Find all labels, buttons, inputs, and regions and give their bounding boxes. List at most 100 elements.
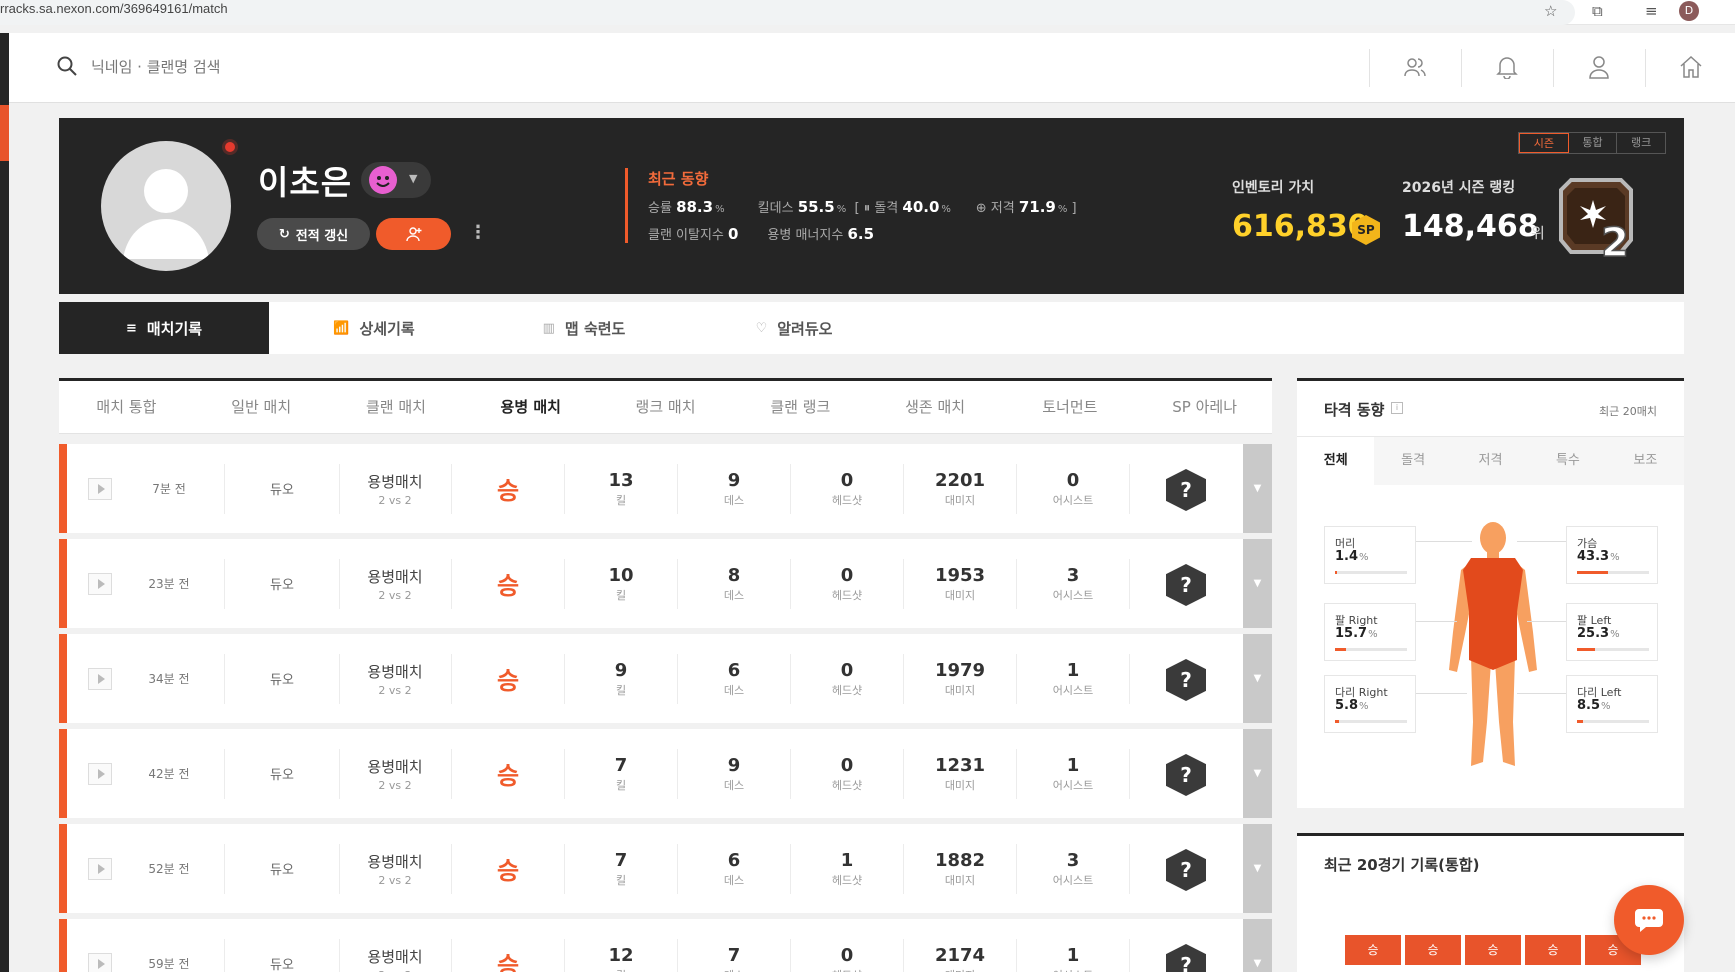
match-row[interactable]: 59분 전 듀오 용병매치 2 vs 2 승 12킬7데스0헤드샷2174대미지1어시스트… <box>59 919 1272 972</box>
season-tab-total[interactable]: 통합 <box>1569 133 1618 153</box>
tab-duo[interactable]: ♡ 알려듀오 <box>689 302 899 354</box>
assist-count: 3 <box>1066 564 1080 586</box>
friends-button[interactable] <box>1395 47 1435 87</box>
death-count: 7 <box>727 944 741 966</box>
replay-play-icon[interactable] <box>88 953 112 972</box>
tab-all-matches[interactable]: 매치 통합 <box>59 381 194 433</box>
cell-divider <box>224 559 225 609</box>
tab-map-proficiency[interactable]: ▥ 맵 숙련도 <box>479 302 689 354</box>
cell-divider <box>1129 654 1130 704</box>
profile-emblem-selector[interactable]: ▼ <box>361 162 431 198</box>
header-divider <box>1645 49 1646 87</box>
expand-row-button[interactable]: ▼ <box>1243 824 1272 913</box>
replay-play-icon[interactable] <box>88 858 112 880</box>
tab-clan-rank[interactable]: 클랜 랭크 <box>733 381 868 433</box>
refresh-icon: ↻ <box>278 226 290 242</box>
my-profile-button[interactable] <box>1579 47 1619 87</box>
match-row[interactable]: 23분 전 듀오 용병매치 2 vs 2 승 10 킬 8 데스 0 헤드샷 1953 대미지 3 어시스트… <box>59 539 1272 628</box>
search-input[interactable] <box>91 54 491 80</box>
tab-rank-match[interactable]: 랭크 매치 <box>598 381 733 433</box>
home-button[interactable] <box>1671 47 1711 87</box>
tab-normal-match[interactable]: 일반 매치 <box>194 381 329 433</box>
replay-play-icon[interactable] <box>88 573 112 595</box>
replay-play-icon[interactable] <box>88 763 112 785</box>
bookmark-star-icon[interactable]: ☆ <box>1544 2 1557 20</box>
replay-play-icon[interactable] <box>88 668 112 690</box>
search-icon[interactable] <box>57 56 77 76</box>
hit-tab-special[interactable]: 특수 <box>1529 437 1606 485</box>
cell-divider <box>564 654 565 704</box>
list-icon: ≡ <box>125 320 137 336</box>
expand-row-button[interactable]: ▼ <box>1243 444 1272 533</box>
match-result: 승 <box>496 477 520 505</box>
tab-clan-match[interactable]: 클랜 매치 <box>329 381 464 433</box>
season-tab-rank[interactable]: 랭크 <box>1617 133 1665 153</box>
death-count: 9 <box>727 469 741 491</box>
url-text: rracks.sa.nexon.com/369649161/match <box>0 1 228 16</box>
tab-match-record[interactable]: ≡ 매치기록 <box>59 302 269 354</box>
tab-detail-record[interactable]: 📶 상세기록 <box>269 302 479 354</box>
headshot-cell: 0헤드샷 <box>831 469 863 507</box>
notifications-button[interactable] <box>1487 47 1527 87</box>
replay-play-icon[interactable] <box>88 478 112 500</box>
assist-count: 1 <box>1066 754 1080 776</box>
more-options-icon[interactable]: ⋮ <box>469 222 487 243</box>
extensions-icon[interactable]: ⧉ <box>1592 2 1603 20</box>
cell-divider <box>677 464 678 514</box>
match-format: 2 vs 2 <box>378 873 412 887</box>
unknown-rank-badge-icon[interactable]: ? <box>1166 849 1206 891</box>
tab-tournament[interactable]: 토너먼트 <box>1002 381 1137 433</box>
add-friend-button[interactable] <box>376 218 451 250</box>
match-row[interactable]: 7분 전 듀오 용병매치 2 vs 2 승 13 킬 9 데스 0 헤드샷 2201 대미지 0 어시스트?… <box>59 444 1272 533</box>
match-row[interactable]: 52분 전 듀오 용병매치 2 vs 2 승 7 킬 6 데스 1 헤드샷 1882 대미지 3 어시스트?… <box>59 824 1272 913</box>
info-icon[interactable]: i <box>1391 402 1403 414</box>
hit-tab-assault[interactable]: 돌격 <box>1374 437 1451 485</box>
match-time: 34분 전 <box>148 672 190 686</box>
win-indicator-bar <box>59 729 67 818</box>
cell-divider <box>451 939 452 972</box>
cell-divider <box>564 844 565 894</box>
match-row[interactable]: 42분 전 듀오 용병매치 2 vs 2 승 7 킬 9 데스 0 헤드샷 1231 대미지 1 어시스트?… <box>59 729 1272 818</box>
hit-part-percent: 15.7 <box>1335 626 1368 641</box>
cell-divider <box>451 844 452 894</box>
unknown-rank-badge-icon[interactable]: ? <box>1166 944 1206 972</box>
browser-profile-avatar[interactable]: D <box>1679 1 1699 21</box>
expand-row-button[interactable]: ▼ <box>1243 919 1272 972</box>
hit-part-bar-fill <box>1577 648 1596 651</box>
unknown-rank-badge-icon[interactable]: ? <box>1166 469 1206 511</box>
address-bar[interactable]: rracks.sa.nexon.com/369649161/match <box>0 0 1575 25</box>
unknown-rank-badge-icon[interactable]: ? <box>1166 659 1206 701</box>
cell-divider <box>1016 464 1017 514</box>
hit-tab-sniper[interactable]: 저격 <box>1452 437 1529 485</box>
hit-part-bar <box>1577 648 1649 651</box>
unknown-rank-badge-icon[interactable]: ? <box>1166 564 1206 606</box>
emoji-emblem-icon <box>369 166 397 194</box>
win-indicator-bar <box>59 444 67 533</box>
season-tab-season[interactable]: 시즌 <box>1519 133 1569 153</box>
hit-part-box: 다리 Right 5.8% <box>1324 675 1416 733</box>
tab-sp-arena[interactable]: SP 아레나 <box>1137 381 1272 433</box>
time-cell: 7분 전 <box>114 444 224 533</box>
recent-trend-title: 최근 동향 <box>648 170 709 188</box>
hit-part-bar <box>1335 720 1407 723</box>
hit-tab-all[interactable]: 전체 <box>1297 437 1375 485</box>
expand-row-button[interactable]: ▼ <box>1243 539 1272 628</box>
match-row[interactable]: 34분 전 듀오 용병매치 2 vs 2 승 9 킬 6 데스 0 헤드샷 1979 대미지 1 어시스트?… <box>59 634 1272 723</box>
refresh-record-button[interactable]: ↻ 전적 갱신 <box>257 218 370 250</box>
kill-count: 7 <box>614 754 628 776</box>
media-control-icon[interactable]: ≡ <box>1645 2 1658 20</box>
expand-row-button[interactable]: ▼ <box>1243 634 1272 723</box>
chevron-down-icon: ▼ <box>409 172 418 185</box>
tab-survival-match[interactable]: 생존 매치 <box>868 381 1003 433</box>
expand-row-button[interactable]: ▼ <box>1243 729 1272 818</box>
kill-cell: 12킬 <box>566 919 676 972</box>
body-right-leg <box>1495 657 1515 766</box>
season-rank-label: 2026년 시즌 랭킹 <box>1402 180 1516 196</box>
hit-tab-secondary[interactable]: 보조 <box>1607 437 1684 485</box>
chat-button[interactable] <box>1614 885 1684 955</box>
tab-mercenary-match[interactable]: 용병 매치 <box>463 381 598 433</box>
cell-divider <box>677 559 678 609</box>
unknown-rank-badge-icon[interactable]: ? <box>1166 754 1206 796</box>
cell-divider <box>564 939 565 972</box>
headshot-cell: 1 헤드샷 <box>831 849 863 887</box>
